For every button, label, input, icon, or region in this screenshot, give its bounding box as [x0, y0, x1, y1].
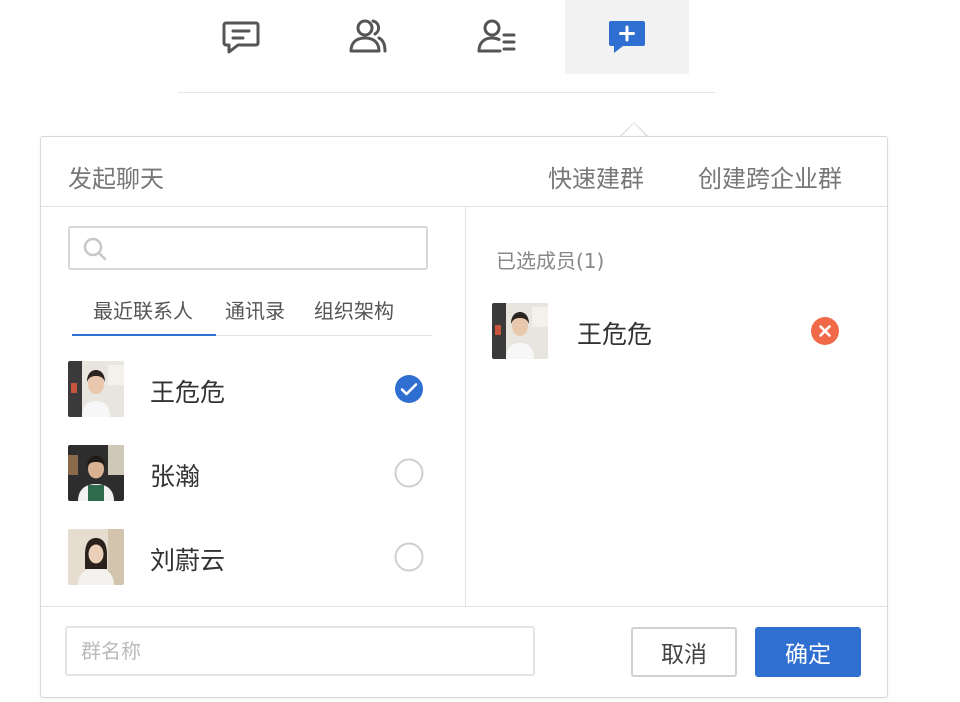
- tab-address-book[interactable]: 通讯录: [225, 295, 285, 324]
- top-navigation: [0, 0, 960, 94]
- remove-icon[interactable]: [810, 316, 840, 346]
- tab-recent-contacts[interactable]: 最近联系人: [93, 295, 193, 324]
- active-tab-indicator: [72, 334, 216, 336]
- chat-icon: [221, 17, 261, 57]
- panel-title: 发起聊天: [68, 165, 164, 193]
- popup-arrow: [620, 122, 648, 137]
- contact-item[interactable]: 刘蔚云: [68, 529, 448, 585]
- contact-picker: 最近联系人 通讯录 组织架构 王危危 张瀚 刘蔚云: [41, 207, 466, 606]
- quick-group-link[interactable]: 快速建群: [548, 159, 644, 194]
- contact-list-icon: [476, 17, 518, 57]
- unchecked-icon[interactable]: [394, 542, 424, 572]
- search-input[interactable]: [68, 226, 428, 270]
- chat-tab[interactable]: [179, 0, 303, 74]
- search-icon: [82, 236, 108, 266]
- panel-header: 发起聊天 快速建群 创建跨企业群: [41, 137, 887, 207]
- contact-name: 王危危: [150, 378, 226, 407]
- checked-icon[interactable]: [394, 374, 424, 404]
- contact-tabs: 最近联系人 通讯录 组织架构: [72, 291, 432, 336]
- avatar: [68, 529, 124, 585]
- selected-members-title: 已选成员(1): [496, 249, 605, 273]
- avatar: [68, 445, 124, 501]
- avatar: [68, 361, 124, 417]
- avatar: [492, 303, 548, 359]
- contacts-tab[interactable]: [306, 0, 430, 74]
- contact-list-tab[interactable]: [435, 0, 559, 74]
- contacts-icon: [347, 17, 389, 57]
- cancel-button[interactable]: 取消: [631, 627, 737, 677]
- confirm-button[interactable]: 确定: [755, 627, 861, 677]
- panel-footer: 取消 确定: [41, 606, 887, 698]
- cross-company-group-link[interactable]: 创建跨企业群: [698, 159, 842, 194]
- selected-member-name: 王危危: [577, 320, 653, 349]
- unchecked-icon[interactable]: [394, 458, 424, 488]
- contact-name: 张瀚: [150, 462, 201, 491]
- selected-member-item: 王危危: [492, 303, 862, 359]
- new-chat-icon: [607, 17, 647, 57]
- selected-members-panel: 已选成员(1) 王危危: [467, 207, 887, 606]
- start-chat-panel: 发起聊天 快速建群 创建跨企业群 最近联系人 通讯录 组织架构 王危危 张瀚 刘…: [40, 136, 888, 698]
- contact-item[interactable]: 王危危: [68, 361, 448, 417]
- new-chat-tab[interactable]: [565, 0, 689, 74]
- contact-name: 刘蔚云: [150, 546, 226, 575]
- group-name-input[interactable]: [65, 626, 535, 676]
- contact-item[interactable]: 张瀚: [68, 445, 448, 501]
- top-divider: [178, 92, 715, 93]
- tab-organization[interactable]: 组织架构: [314, 295, 394, 324]
